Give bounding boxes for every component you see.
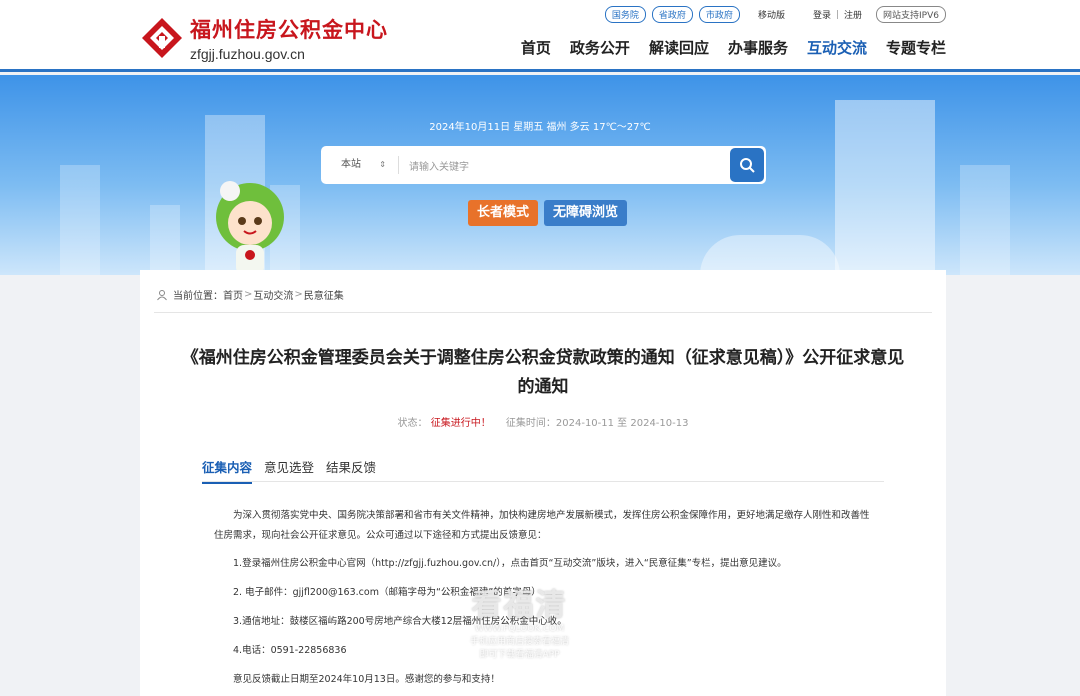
skyline-building bbox=[60, 165, 100, 275]
status-badge: 征集进行中！ bbox=[430, 418, 491, 429]
breadcrumb-opinion[interactable]: 民意征集 bbox=[304, 287, 344, 302]
top-links: 国务院 省政府 市政府 移动版 登录 | 注册 网站支持IPV6 bbox=[599, 6, 946, 23]
skyline-building bbox=[150, 205, 180, 275]
search-scope-select[interactable]: 本站 ⇕ bbox=[321, 156, 399, 174]
watermark: 看福清 WWW.FQLOOK.COM 手机应用商店搜索看福清 即可下载看福清AP… bbox=[470, 580, 569, 660]
site-header: 福州住房公积金中心 zfgjj.fuzhou.gov.cn 国务院 省政府 市政… bbox=[0, 0, 1080, 72]
article-meta: 状态： 征集进行中！ 征集时间：2024-10-11 至 2024-10-13 bbox=[140, 414, 946, 429]
link-city-gov[interactable]: 市政府 bbox=[698, 6, 740, 23]
mobile-version-link[interactable]: 移动版 bbox=[758, 8, 785, 21]
watermark-site: WWW.FQLOOK.COM bbox=[474, 624, 565, 634]
site-logo[interactable]: 福州住房公积金中心 zfgjj.fuzhou.gov.cn bbox=[140, 14, 388, 62]
search-button[interactable] bbox=[730, 148, 764, 182]
user-location-icon bbox=[157, 289, 167, 300]
breadcrumb-interaction[interactable]: 互动交流 bbox=[253, 287, 293, 302]
watermark-line1: 手机应用商店搜索看福清 bbox=[470, 637, 570, 647]
divider bbox=[202, 481, 884, 482]
nav-services[interactable]: 办事服务 bbox=[728, 37, 788, 58]
nav-special-topics[interactable]: 专题专栏 bbox=[886, 37, 946, 58]
watermark-line2: 即可下载看福清APP bbox=[479, 650, 560, 660]
nav-interpretation[interactable]: 解读回应 bbox=[649, 37, 709, 58]
search-icon bbox=[740, 158, 755, 173]
breadcrumb-prefix: 当前位置： bbox=[173, 291, 223, 302]
divider bbox=[154, 312, 932, 313]
link-provincial-gov[interactable]: 省政府 bbox=[651, 6, 693, 23]
nav-interaction[interactable]: 互动交流 bbox=[807, 37, 867, 58]
collection-period: 征集时间：2024-10-11 至 2024-10-13 bbox=[505, 418, 689, 429]
accessible-browse-button[interactable]: 无障碍浏览 bbox=[544, 200, 628, 226]
divider: | bbox=[835, 9, 840, 20]
breadcrumb-home[interactable]: 首页 bbox=[223, 287, 243, 302]
status-label: 状态： bbox=[397, 418, 428, 429]
tab-result-feedback[interactable]: 结果反馈 bbox=[326, 457, 376, 484]
logo-emblem-icon bbox=[140, 16, 184, 60]
content-tabs: 征集内容 意见选登 结果反馈 bbox=[202, 457, 388, 484]
search-input[interactable]: 请输入关键字 bbox=[399, 158, 730, 173]
updown-arrow-icon: ⇕ bbox=[379, 160, 386, 169]
hero-banner: 2024年10月11日 星期五 福州 多云 17℃～27℃ 本站 ⇕ 请输入关键… bbox=[0, 75, 1080, 275]
article-title: 《福州住房公积金管理委员会关于调整住房公积金贷款政策的通知（征求意见稿）》公开征… bbox=[181, 348, 905, 397]
search-scope-value: 本站 bbox=[341, 159, 361, 170]
breadcrumb: 当前位置： 首页 > 互动交流 > 民意征集 bbox=[156, 287, 344, 302]
elder-mode-button[interactable]: 长者模式 bbox=[468, 200, 539, 226]
login-link[interactable]: 登录 bbox=[813, 8, 831, 21]
skyline-building bbox=[960, 165, 1010, 275]
tab-content[interactable]: 征集内容 bbox=[202, 457, 253, 484]
date-weather: 2024年10月11日 星期五 福州 多云 17℃～27℃ bbox=[429, 122, 651, 133]
tab-selected-opinions[interactable]: 意见选登 bbox=[264, 457, 314, 484]
main-nav: 首页 政务公开 解读回应 办事服务 互动交流 专题专栏 bbox=[502, 37, 946, 58]
link-state-council[interactable]: 国务院 bbox=[604, 6, 646, 23]
paragraph-method-website: 1.登录福州住房公积金中心官网（http://zfgjj.fuzhou.gov.… bbox=[233, 558, 787, 569]
skyline-building bbox=[700, 235, 840, 275]
nav-gov-affairs[interactable]: 政务公开 bbox=[570, 37, 630, 58]
paragraph-deadline: 意见反馈截止日期至2024年10月13日。感谢您的参与和支持！ bbox=[233, 674, 500, 685]
paragraph-intro: 为深入贯彻落实党中央、国务院决策部署和省市有关文件精神，加快构建房地产发展新模式… bbox=[214, 510, 870, 541]
site-search: 本站 ⇕ 请输入关键字 bbox=[321, 146, 766, 184]
chevron-right-icon: > bbox=[294, 289, 303, 300]
watermark-title: 看福清 bbox=[471, 588, 568, 623]
logo-chinese-name: 福州住房公积金中心 bbox=[190, 18, 388, 42]
nav-home[interactable]: 首页 bbox=[521, 37, 551, 58]
chevron-right-icon: > bbox=[244, 289, 253, 300]
logo-domain: zfgjj.fuzhou.gov.cn bbox=[190, 46, 305, 62]
register-link[interactable]: 注册 bbox=[844, 8, 862, 21]
ipv6-badge: 网站支持IPV6 bbox=[876, 6, 946, 23]
mascot-illustration-icon bbox=[200, 175, 300, 275]
